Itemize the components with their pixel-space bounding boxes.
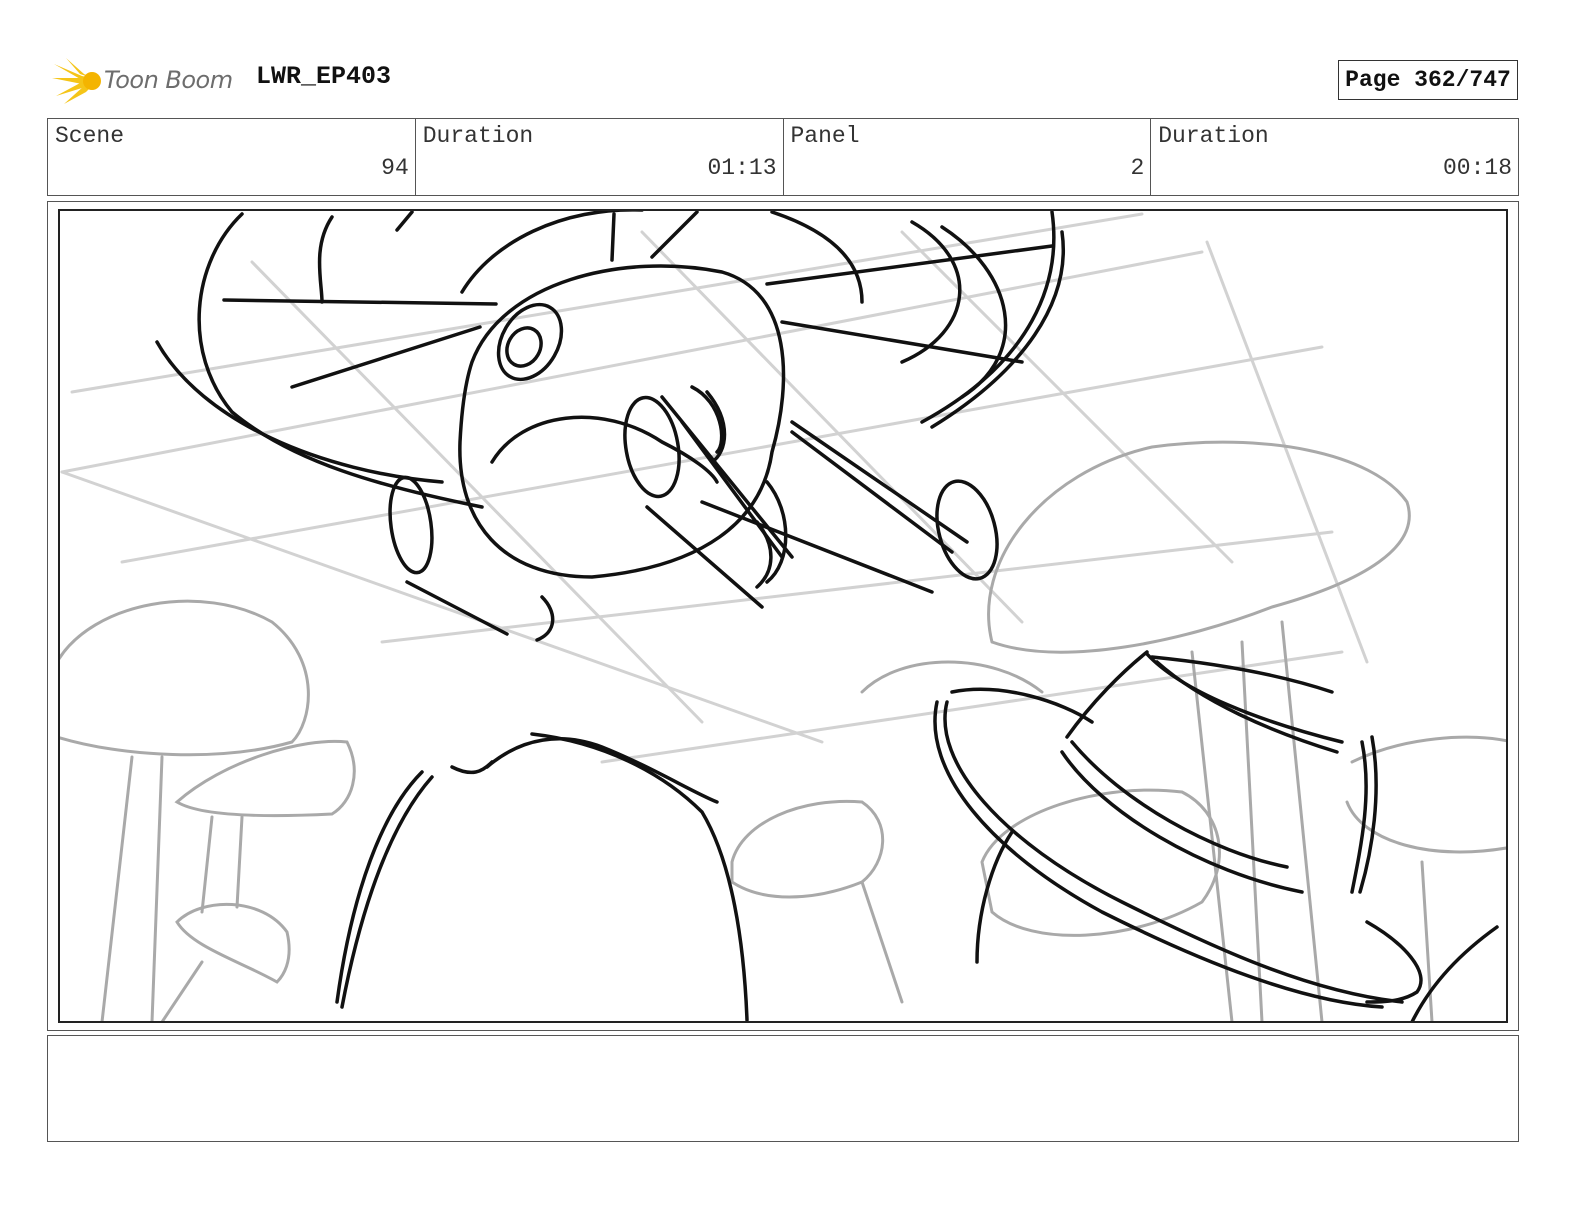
logo-text: Toon Boom (104, 66, 233, 94)
starburst-icon (52, 58, 101, 104)
character-sketch (155, 211, 1499, 1021)
scene-cell: Scene 94 (48, 119, 416, 195)
panel-duration-value: 00:18 (1442, 155, 1512, 181)
panel-cell: Panel 2 (784, 119, 1152, 195)
info-row: Scene 94 Duration 01:13 Panel 2 Duration… (47, 118, 1519, 196)
scene-duration-label: Duration (422, 123, 534, 149)
panel-duration-label: Duration (1158, 123, 1269, 149)
scene-duration-value: 01:13 (707, 155, 777, 181)
page-number: Page 362/747 (1338, 60, 1518, 100)
project-title: LWR_EP403 (256, 62, 392, 91)
toon-boom-logo: Toon Boom (52, 56, 242, 106)
storyboard-sketch (60, 211, 1506, 1021)
scene-value: 94 (381, 155, 409, 181)
panel-label: Panel (790, 123, 860, 149)
panel-notes (47, 1035, 1519, 1142)
panel-value: 2 (1130, 155, 1145, 181)
background-grid (60, 212, 1369, 764)
scene-label: Scene (55, 123, 125, 149)
panel-duration-cell: Duration 00:18 (1151, 119, 1518, 195)
scene-duration-cell: Duration 01:13 (416, 119, 784, 195)
storyboard-panel (58, 209, 1508, 1023)
